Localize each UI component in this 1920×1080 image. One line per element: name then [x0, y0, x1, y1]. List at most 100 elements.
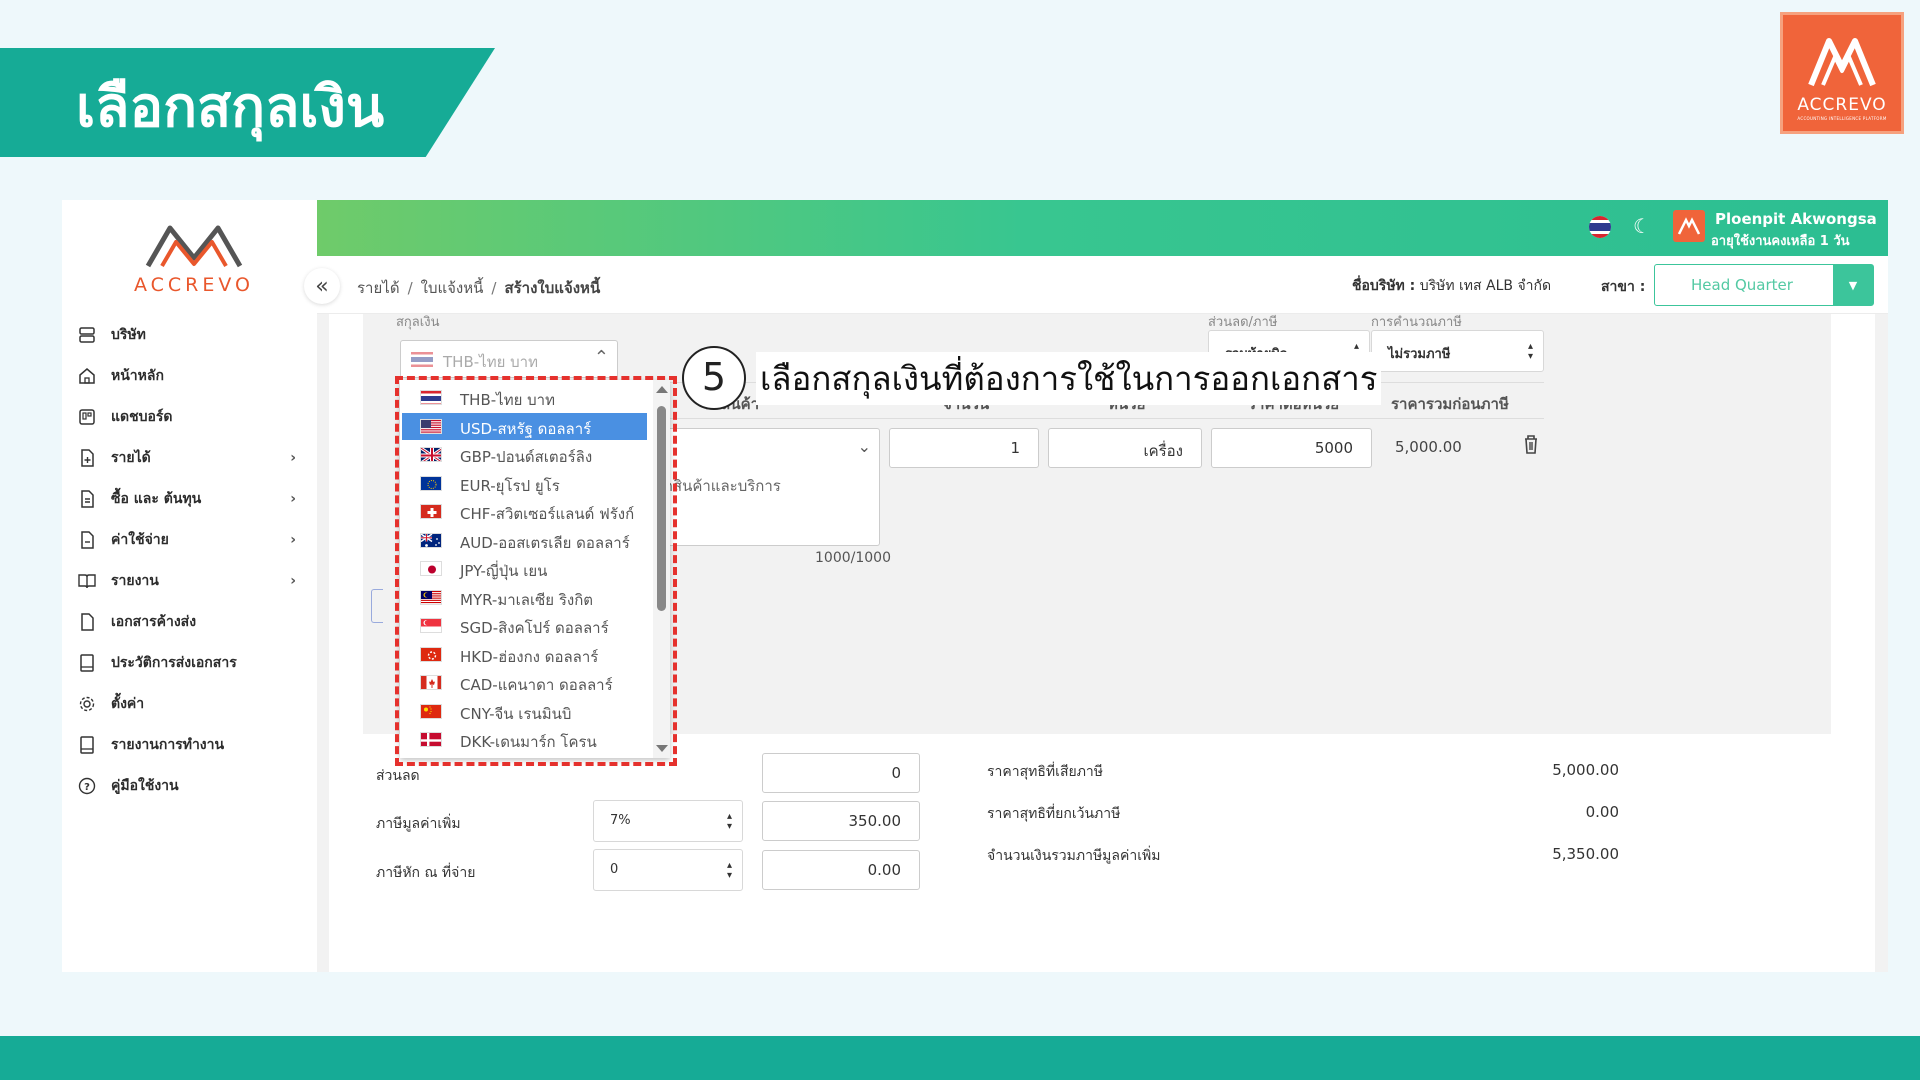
discount-tax-label: ส่วนลด/ภาษี	[1208, 315, 1278, 330]
sidebar-item-0[interactable]: บริษัท	[76, 320, 296, 350]
currency-option[interactable]: CNY-จีน เรนมินบิ	[402, 698, 647, 725]
branch-value: Head Quarter	[1691, 276, 1793, 294]
breadcrumb-item-create-invoice: สร้างใบแจ้งหนี้	[504, 279, 601, 297]
user-name[interactable]: Ploenpit Akwongsa	[1715, 210, 1877, 228]
hk-flag-icon	[420, 646, 442, 662]
chevron-right-icon: ›	[290, 573, 296, 589]
sidebar-item-5[interactable]: ค่าใช้จ่าย ›	[76, 525, 296, 555]
currency-option[interactable]: GBP-ปอนด์สเตอร์ลิง	[402, 441, 647, 468]
sidebar-item-label: ตั้งค่า	[111, 696, 145, 712]
grand-total-label: จำนวนเงินรวมภาษีมูลค่าเพิ่ม	[987, 848, 1161, 864]
dropdown-scrollbar[interactable]	[653, 380, 670, 758]
unit-price-value: 5000	[1314, 439, 1353, 457]
sidebar-item-7[interactable]: เอกสารค้างส่ง	[76, 607, 296, 637]
sidebar-item-label: ประวัติการส่งเอกสาร	[111, 655, 237, 671]
vat-amount-input[interactable]: 350.00	[762, 801, 920, 841]
updown-icon: ▴▾	[1527, 341, 1533, 362]
company-info: ชื่อบริษัท : บริษัท เทส ALB จำกัด	[1352, 275, 1551, 297]
collapse-sidebar-icon[interactable]: «	[304, 268, 340, 304]
sidebar-item-label: รายได้	[111, 450, 151, 466]
currency-option[interactable]: AUD-ออสเตรเลีย ดอลลาร์	[402, 527, 647, 554]
avatar[interactable]	[1673, 210, 1705, 242]
unit-price-input[interactable]: 5000	[1211, 428, 1372, 468]
col-total: ราคารวมก่อนภาษี	[1391, 395, 1509, 413]
branch-select[interactable]: Head Quarter ▼	[1654, 264, 1874, 306]
net-taxable-label: ราคาสุทธิที่เสียภาษี	[987, 764, 1104, 780]
chevron-right-icon: ›	[290, 450, 296, 466]
trash-icon[interactable]	[1523, 434, 1539, 458]
net-exempt-value: 0.00	[1585, 803, 1619, 821]
wht-amount-input[interactable]: 0.00	[762, 850, 920, 890]
company-label: ชื่อบริษัท :	[1352, 278, 1416, 294]
sidebar-item-label: หน้าหลัก	[111, 368, 164, 384]
sidebar-item-3[interactable]: รายได้ ›	[76, 443, 296, 473]
add-row-button[interactable]	[371, 589, 383, 623]
currency-option[interactable]: USD-สหรัฐ ดอลลาร์	[402, 412, 647, 440]
currency-option[interactable]: THB-ไทย บาท	[402, 384, 647, 411]
currency-option[interactable]: SGD-สิงคโปร์ ดอลลาร์	[402, 612, 647, 639]
sidebar-item-label: รายงาน	[111, 573, 159, 589]
tax-calc-select[interactable]: ไม่รวมภาษี ▴ ▾	[1371, 330, 1544, 372]
gb-flag-icon	[420, 447, 442, 462]
currency-option[interactable]: MYR-มาเลเซีย ริงกิต	[402, 584, 647, 611]
breadcrumb-item-invoice[interactable]: ใบแจ้งหนี้	[421, 279, 484, 297]
sidebar-item-4[interactable]: ซื้อ และ ต้นทุน ›	[76, 484, 296, 514]
divider	[608, 418, 1544, 419]
accrevo-mark-icon	[1808, 38, 1876, 87]
discount-label: ส่วนลด	[376, 768, 420, 784]
chevron-down-icon[interactable]: ▼	[1833, 265, 1873, 305]
history-book-icon	[76, 652, 98, 674]
currency-option[interactable]: CAD-แคนาดา ดอลลาร์	[402, 669, 647, 696]
currency-option[interactable]: JPY-ญี่ปุ่น เยน	[402, 555, 647, 582]
wht-amount-value: 0.00	[867, 861, 901, 879]
sidebar-item-8[interactable]: ประวัติการส่งเอกสาร	[76, 648, 296, 678]
corner-logo-subtext: ACCOUNTING INTELLIGENCE PLATFORM	[1797, 116, 1887, 121]
company-name: บริษัท เทส ALB จำกัด	[1419, 278, 1552, 294]
sidebar-item-label: คู่มือใช้งาน	[111, 778, 179, 794]
dark-mode-moon-icon[interactable]: ☾	[1633, 214, 1651, 238]
breadcrumb-item-income[interactable]: รายได้	[357, 279, 400, 297]
net-taxable-value: 5,000.00	[1552, 761, 1619, 779]
wht-label: ภาษีหัก ณ ที่จ่าย	[376, 865, 476, 881]
th-flag-icon	[420, 390, 442, 405]
vat-label: ภาษีมูลค่าเพิ่ม	[376, 816, 461, 832]
chevron-right-icon: ›	[290, 491, 296, 507]
sidebar-item-6[interactable]: รายงาน ›	[76, 566, 296, 596]
currency-option-label: GBP-ปอนด์สเตอร์ลิง	[460, 448, 593, 466]
sidebar-item-1[interactable]: หน้าหลัก	[76, 361, 296, 391]
scroll-down-icon[interactable]	[656, 745, 668, 752]
scroll-thumb[interactable]	[657, 406, 666, 611]
vat-rate-select[interactable]: 7% ▴ ▾	[593, 800, 743, 842]
home-icon	[76, 365, 98, 387]
sidebar-item-9[interactable]: ตั้งค่า	[76, 689, 296, 719]
dashboard-icon	[76, 406, 98, 428]
eu-flag-icon	[420, 475, 442, 491]
log-book-icon	[76, 734, 98, 756]
currency-select[interactable]: THB-ไทย บาท ⌃	[400, 340, 618, 378]
sidebar-logo[interactable]: ACCREVO	[124, 220, 264, 296]
dk-flag-icon	[420, 732, 442, 747]
discount-input[interactable]: 0	[762, 753, 920, 793]
updown-icon: ▴▾	[726, 811, 732, 832]
thai-flag-icon[interactable]	[1589, 216, 1611, 238]
au-flag-icon	[420, 532, 442, 548]
currency-option-label: CAD-แคนาดา ดอลลาร์	[460, 676, 613, 694]
grand-total-value: 5,350.00	[1552, 845, 1619, 863]
currency-option[interactable]: HKD-ฮ่องกง ดอลลาร์	[402, 641, 647, 668]
currency-option[interactable]: DKK-เดนมาร์ก โครน	[402, 726, 647, 753]
currency-option-label: CHF-สวิตเซอร์แลนด์ ฟรังก์	[460, 505, 635, 523]
tax-calc-label: การคำนวณภาษี	[1371, 315, 1462, 330]
sidebar-item-11[interactable]: ? คู่มือใช้งาน	[76, 771, 296, 801]
sidebar-item-2[interactable]: แดชบอร์ด	[76, 402, 296, 432]
currency-dropdown[interactable]: THB-ไทย บาท USD-สหรัฐ ดอลลาร์ GBP-ปอนด์สเต…	[400, 380, 670, 758]
quantity-input[interactable]: 1	[889, 428, 1039, 468]
wht-rate-select[interactable]: 0 ▴ ▾	[593, 849, 743, 891]
currency-option[interactable]: CHF-สวิตเซอร์แลนด์ ฟรังก์	[402, 498, 647, 525]
currency-option[interactable]: EUR-ยุโรป ยูโร	[402, 470, 647, 497]
sidebar-item-10[interactable]: รายงานการทำงาน	[76, 730, 296, 760]
currency-option-label: DKK-เดนมาร์ก โครน	[460, 733, 597, 751]
unit-input[interactable]: เครื่อง	[1048, 428, 1202, 468]
breadcrumb-bar: « รายได้ / ใบแจ้งหนี้ / สร้างใบแจ้งหนี้ ชื่อ…	[304, 256, 1888, 314]
scroll-up-icon[interactable]	[656, 386, 668, 393]
updown-icon: ▴▾	[726, 860, 732, 881]
